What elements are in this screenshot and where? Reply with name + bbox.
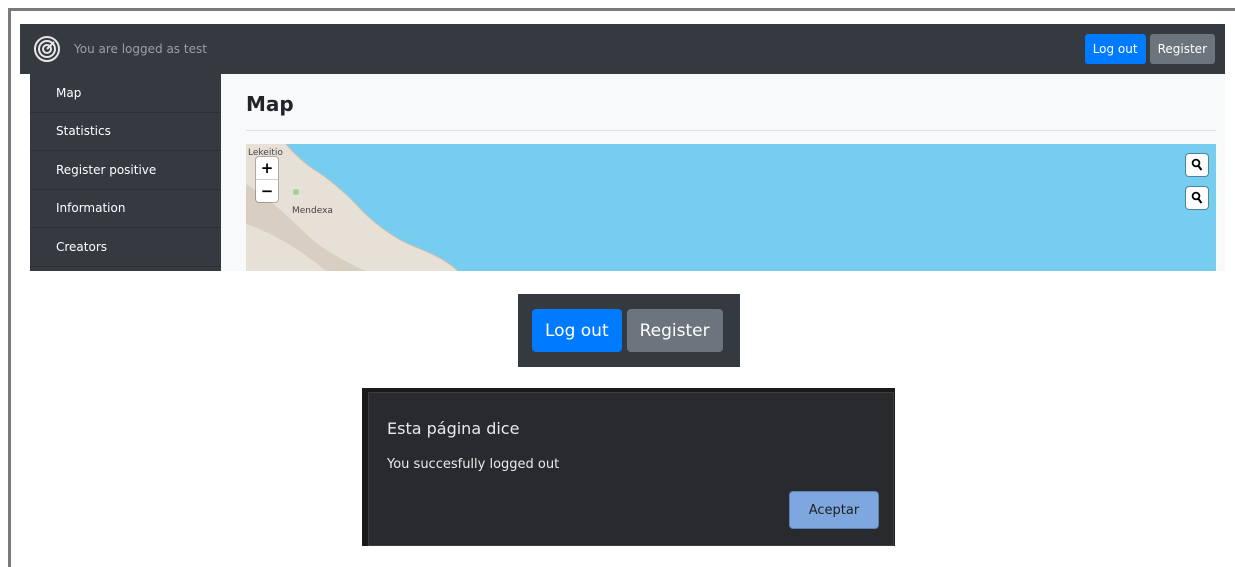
map-town-label: Mendexa: [292, 206, 333, 216]
map-view[interactable]: Lekeitio Mendexa + −: [246, 144, 1216, 271]
app-window: You are logged as test Log out Register …: [20, 24, 1225, 271]
sidebar-item-creators[interactable]: Creators: [30, 228, 221, 267]
frame-left-border: [8, 8, 11, 567]
search-icon: [1191, 158, 1203, 171]
dialog-message: You succesfully logged out: [387, 457, 560, 472]
frame-top-border: [8, 8, 1235, 11]
buttons-crop: Log out Register: [518, 294, 740, 367]
sidebar-item-label: Register positive: [56, 162, 157, 177]
sidebar: Map Statistics Register positive Informa…: [30, 74, 221, 271]
register-button-large[interactable]: Register: [626, 309, 723, 352]
logout-button-large[interactable]: Log out: [532, 309, 622, 352]
sidebar-item-information[interactable]: Information: [30, 190, 221, 228]
search-icon: [1191, 191, 1203, 204]
sidebar-item-label: Creators: [56, 239, 108, 254]
dialog-ok-button[interactable]: Aceptar: [789, 491, 879, 529]
zoom-in-button[interactable]: +: [256, 157, 278, 179]
top-navbar: You are logged as test Log out Register: [20, 24, 1225, 74]
map-search-button[interactable]: [1186, 154, 1208, 176]
zoom-control: + −: [256, 157, 278, 202]
sidebar-item-label: Map: [56, 85, 82, 100]
sidebar-item-label: Statistics: [56, 124, 111, 139]
logout-button[interactable]: Log out: [1084, 34, 1146, 64]
map-search-button[interactable]: [1186, 187, 1208, 209]
alert-dialog-crop: Esta página dice You succesfully logged …: [362, 388, 895, 546]
zoom-out-button[interactable]: −: [256, 179, 278, 202]
dialog-title: Esta página dice: [387, 419, 520, 438]
map-land: [246, 144, 459, 271]
sidebar-item-map[interactable]: Map: [30, 74, 221, 113]
sidebar-item-label: Information: [56, 201, 126, 216]
logged-user-text: You are logged as test: [74, 42, 207, 56]
page-title: Map: [246, 92, 294, 116]
sidebar-item-register-positive[interactable]: Register positive: [30, 151, 221, 190]
register-button[interactable]: Register: [1149, 34, 1215, 64]
nav-actions: Log out Register: [1084, 34, 1215, 64]
main-content: Map Lekeitio Mendexa + −: [221, 74, 1225, 271]
alert-dialog: Esta página dice You succesfully logged …: [368, 392, 894, 546]
title-divider: [246, 130, 1216, 131]
sidebar-item-statistics[interactable]: Statistics: [30, 113, 221, 151]
radar-icon[interactable]: [34, 36, 60, 62]
